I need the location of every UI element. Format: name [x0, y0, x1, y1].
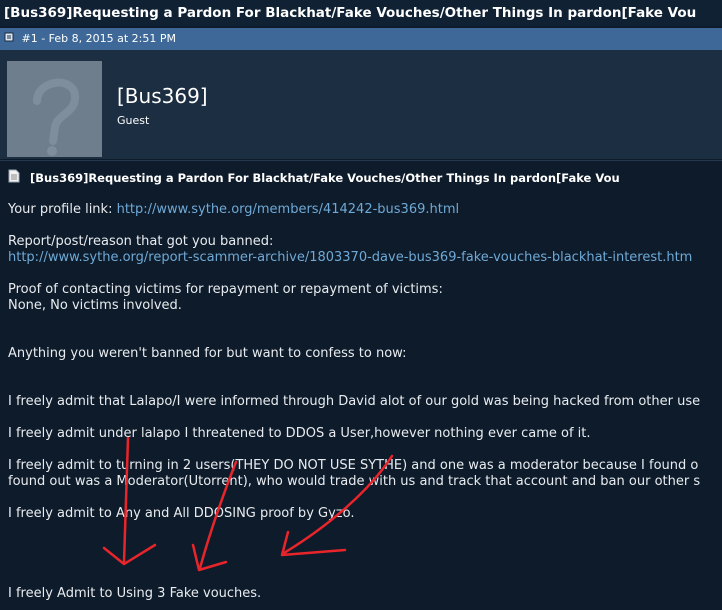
user-info-panel: [Bus369] Guest: [0, 50, 722, 159]
profile-link[interactable]: http://www.sythe.org/members/414242-bus3…: [117, 202, 460, 217]
report-url[interactable]: http://www.sythe.org/report-scammer-arch…: [8, 250, 692, 265]
admit-line-2: I freely admit under lalapo I threatened…: [8, 426, 591, 441]
post-title-text: [Bus369]Requesting a Pardon For Blackhat…: [30, 171, 620, 185]
document-icon: [8, 162, 20, 195]
report-label: Report/post/reason that got you banned:: [8, 234, 274, 249]
post-page-icon: [4, 28, 14, 50]
user-title: Guest: [117, 114, 150, 127]
proof-value: None, No victims involved.: [8, 298, 182, 313]
post-body: Your profile link: http://www.sythe.org/…: [8, 200, 722, 610]
profile-line: Your profile link: http://www.sythe.org/…: [8, 202, 459, 218]
admit-line-3b: found out was a Moderator(Utorrent), who…: [8, 474, 701, 489]
admit-line-5: I freely Admit to Using 3 Fake vouches.: [8, 586, 262, 601]
username-link[interactable]: [Bus369]: [117, 84, 208, 108]
report-link[interactable]: http://www.sythe.org/report-scammer-arch…: [8, 250, 692, 266]
confess-label: Anything you weren't banned for but want…: [8, 346, 407, 361]
post-title: [Bus369]Requesting a Pardon For Blackhat…: [0, 160, 722, 194]
proof-label: Proof of contacting victims for repaymen…: [8, 282, 443, 297]
post-meta-text: #1 - Feb 8, 2015 at 2:51 PM: [21, 32, 177, 45]
admit-line-3a: I freely admit to turning in 2 users(THE…: [8, 458, 699, 473]
admit-line-1: I freely admit that Lalapo/I were inform…: [8, 394, 701, 409]
thread-title: [Bus369]Requesting a Pardon For Blackhat…: [0, 0, 722, 26]
profile-label: Your profile link:: [8, 202, 117, 217]
post-meta-bar: #1 - Feb 8, 2015 at 2:51 PM: [0, 28, 722, 50]
question-mark-avatar-icon[interactable]: [7, 61, 102, 157]
admit-line-4: I freely admit to Any and All DDOSING pr…: [8, 506, 355, 521]
